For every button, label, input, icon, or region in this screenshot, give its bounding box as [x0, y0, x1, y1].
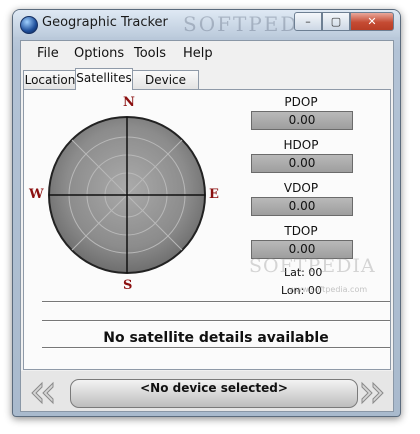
menu-tools[interactable]: Tools [134, 46, 166, 61]
minimize-button[interactable]: – [294, 12, 322, 31]
satellites-panel: N S E W PDOP 0.00 HDOP 0.00 VDOP 0.00 TD… [23, 89, 391, 370]
device-selector[interactable]: <No device selected> [70, 379, 358, 408]
tdop-label: TDOP [284, 224, 318, 238]
watermark-url: www.softpedia.com [289, 285, 368, 294]
pdop-value: 0.00 [251, 111, 353, 130]
divider [42, 301, 390, 303]
title-bar[interactable]: Geographic Tracker SOFTPEDIA – ▢ ✕ [13, 10, 400, 37]
menu-help[interactable]: Help [183, 46, 213, 61]
tab-location[interactable]: Location [23, 70, 77, 90]
maximize-button[interactable]: ▢ [322, 12, 350, 31]
sky-plot [48, 116, 206, 274]
app-window: Geographic Tracker SOFTPEDIA – ▢ ✕ File … [12, 9, 401, 417]
watermark-main: SOFTPEDIA [249, 255, 376, 277]
hdop-label: HDOP [283, 138, 319, 152]
divider [42, 320, 390, 322]
vdop-value: 0.00 [251, 197, 353, 216]
vdop-label: VDOP [283, 181, 319, 195]
compass-north-label: N [123, 95, 135, 110]
next-device-arrow-icon[interactable] [357, 381, 387, 405]
hdop-value: 0.00 [251, 154, 353, 173]
previous-device-arrow-icon[interactable] [28, 381, 58, 405]
client-area: File Options Tools Help Location Satelli… [20, 40, 394, 412]
menu-file[interactable]: File [37, 46, 59, 61]
compass-east-label: E [209, 187, 219, 202]
compass-south-label: S [123, 278, 133, 293]
globe-icon [20, 16, 38, 34]
tab-device-list[interactable]: Device List [132, 70, 199, 106]
window-title: Geographic Tracker [42, 15, 168, 30]
menu-options[interactable]: Options [74, 46, 124, 61]
divider [42, 347, 390, 349]
compass-west-label: W [29, 187, 44, 202]
menu-bar: File Options Tools Help [21, 41, 393, 67]
close-button[interactable]: ✕ [350, 12, 394, 31]
tab-satellites[interactable]: Satellites [75, 68, 133, 90]
pdop-label: PDOP [284, 95, 318, 109]
satellite-status-text: No satellite details available [103, 330, 329, 346]
device-bar: <No device selected> [21, 371, 393, 411]
